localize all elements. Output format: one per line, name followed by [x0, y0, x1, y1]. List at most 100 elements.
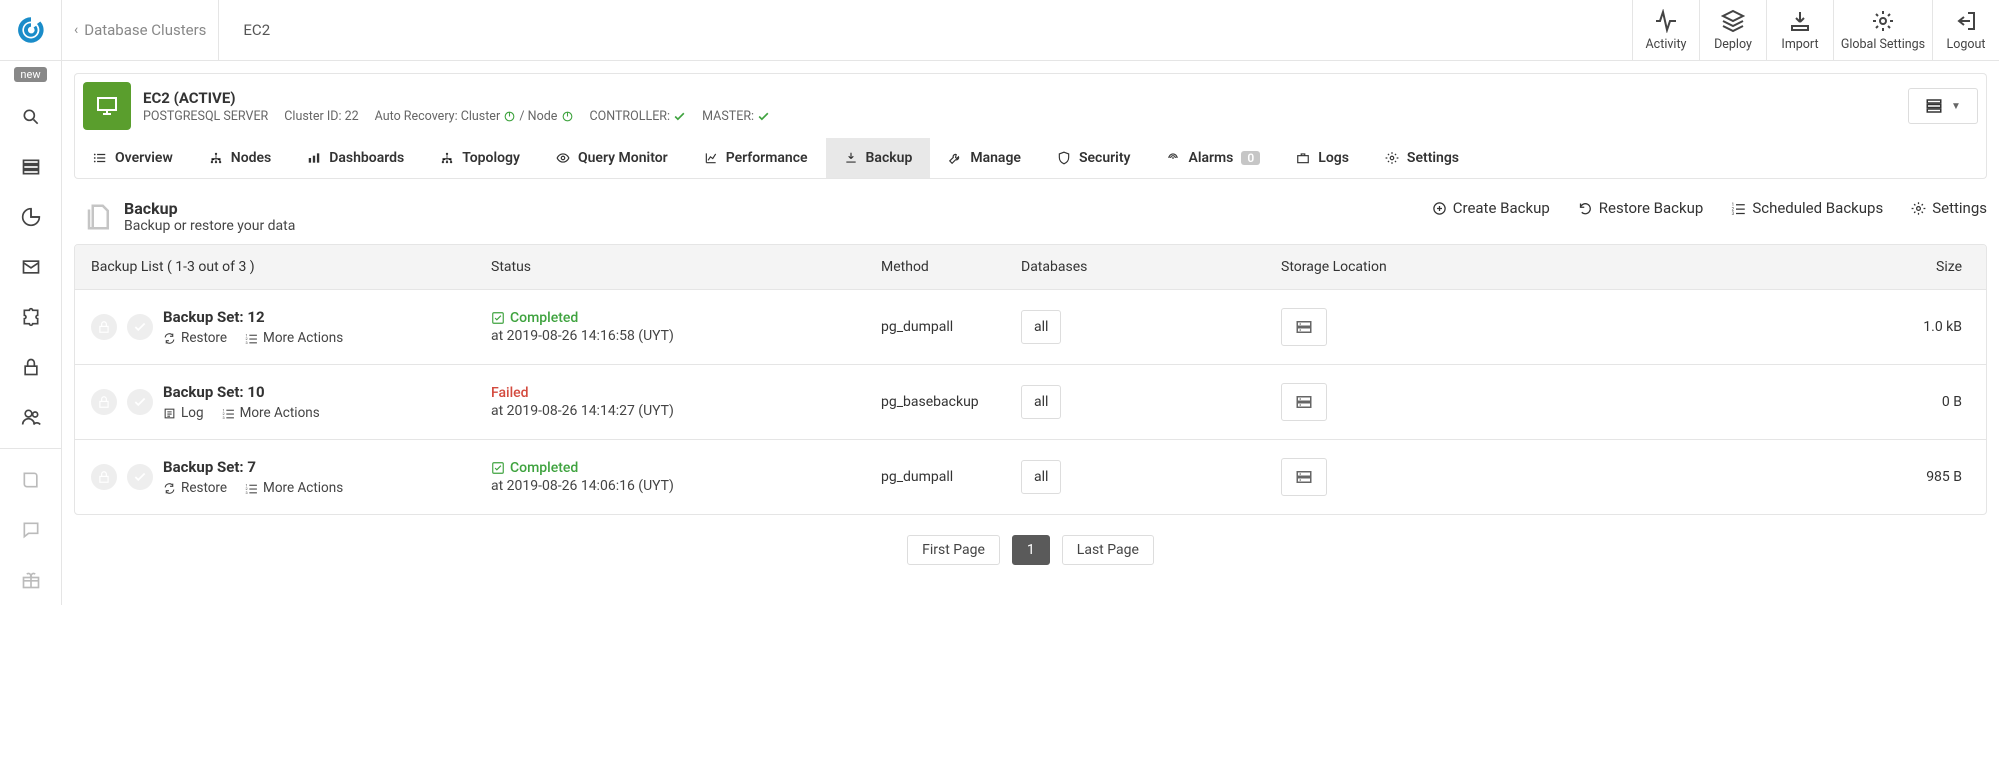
tab-settings[interactable]: Settings	[1367, 138, 1477, 178]
server-icon	[1295, 318, 1313, 336]
tab-manage[interactable]: Manage	[930, 138, 1039, 178]
stack-icon	[21, 157, 41, 177]
backup-table: Backup List ( 1-3 out of 3 ) Status Meth…	[74, 244, 1987, 515]
cluster-details-dropdown[interactable]: ▼	[1908, 88, 1978, 124]
users-icon	[21, 407, 41, 427]
rail-clusters[interactable]	[0, 142, 62, 192]
logo-cell[interactable]	[0, 0, 62, 60]
rail-integrations[interactable]	[0, 292, 62, 342]
storage-location-icon[interactable]	[1281, 383, 1327, 421]
size-cell: 1.0 kB	[1465, 301, 1986, 353]
tab-overview[interactable]: Overview	[75, 138, 191, 178]
section-title: Backup	[124, 199, 295, 218]
checkbox-icon	[491, 311, 505, 325]
check-icon	[673, 110, 686, 123]
rail-search[interactable]	[0, 92, 62, 142]
tab-nodes[interactable]: Nodes	[191, 138, 289, 178]
databases-pill: all	[1021, 460, 1061, 494]
check-circle-icon	[127, 389, 153, 415]
backup-settings-button[interactable]: Settings	[1911, 199, 1987, 217]
deploy-button[interactable]: Deploy	[1699, 0, 1766, 60]
check-icon	[757, 110, 770, 123]
import-button[interactable]: Import	[1766, 0, 1833, 60]
row-link-1[interactable]: Log	[163, 405, 204, 421]
rail-whatsnew[interactable]	[0, 555, 62, 605]
row-more-actions[interactable]: More Actions	[245, 330, 343, 346]
rail-keys[interactable]	[0, 342, 62, 392]
check-circle-icon	[127, 464, 153, 490]
rail-mail[interactable]	[0, 242, 62, 292]
storage-location-icon[interactable]	[1281, 458, 1327, 496]
logo-icon	[14, 13, 48, 47]
th-method: Method	[865, 245, 1005, 289]
scheduled-backups-button[interactable]: Scheduled Backups	[1731, 199, 1883, 217]
table-row: Backup Set: 7 Restore More Actions Compl…	[75, 439, 1986, 514]
left-rail: new	[0, 61, 62, 605]
first-page-button[interactable]: First Page	[907, 535, 1000, 565]
row-link-1[interactable]: Restore	[163, 480, 227, 496]
cluster-header: EC2 (ACTIVE) POSTGRESQL SERVER Cluster I…	[74, 73, 1987, 138]
tab-performance[interactable]: Performance	[686, 138, 826, 178]
tab-dashboards[interactable]: Dashboards	[289, 138, 422, 178]
method-cell: pg_dumpall	[865, 451, 1005, 503]
tab-topology[interactable]: Topology	[422, 138, 538, 178]
th-storage: Storage Location	[1265, 245, 1465, 289]
refresh-icon	[163, 482, 176, 495]
list-icon	[1731, 201, 1746, 216]
th-size: Size	[1465, 245, 1986, 289]
status-text: Failed	[491, 385, 849, 401]
gear-icon	[1385, 151, 1399, 165]
table-header: Backup List ( 1-3 out of 3 ) Status Meth…	[75, 245, 1986, 290]
cluster-type: POSTGRESQL SERVER	[143, 109, 268, 124]
gear-icon	[1911, 201, 1926, 216]
list-icon	[222, 407, 235, 420]
last-page-button[interactable]: Last Page	[1062, 535, 1154, 565]
checkbox-icon	[491, 461, 505, 475]
layers-icon	[1721, 9, 1745, 33]
tab-query-monitor[interactable]: Query Monitor	[538, 138, 686, 178]
sitemap-icon	[440, 151, 454, 165]
signal-icon	[1166, 151, 1180, 165]
restore-backup-button[interactable]: Restore Backup	[1578, 199, 1704, 217]
tab-security[interactable]: Security	[1039, 138, 1149, 178]
list-icon	[245, 482, 258, 495]
databases-pill: all	[1021, 310, 1061, 344]
row-more-actions[interactable]: More Actions	[245, 480, 343, 496]
section-heading: Backup Backup or restore your data Creat…	[74, 193, 1987, 244]
log-icon	[163, 407, 176, 420]
global-settings-button[interactable]: Global Settings	[1833, 0, 1932, 60]
rail-users[interactable]	[0, 392, 62, 442]
page-1-button[interactable]: 1	[1012, 535, 1050, 565]
rail-support[interactable]	[0, 505, 62, 555]
backup-set-title: Backup Set: 10	[163, 383, 320, 401]
tab-logs[interactable]: Logs	[1278, 138, 1367, 178]
cluster-status-icon	[83, 82, 131, 130]
breadcrumb[interactable]: ‹ Database Clusters	[62, 0, 219, 60]
row-link-1[interactable]: Restore	[163, 330, 227, 346]
auto-recovery: Auto Recovery: Cluster / Node	[375, 109, 574, 124]
status-time: at 2019-08-26 14:16:58 (UYT)	[491, 328, 849, 344]
server-icon	[1295, 393, 1313, 411]
lock-circle-icon	[91, 389, 117, 415]
download-icon	[844, 151, 858, 165]
create-backup-button[interactable]: Create Backup	[1432, 199, 1550, 217]
rail-docs[interactable]	[0, 455, 62, 505]
sitemap-icon	[209, 151, 223, 165]
book-icon	[21, 470, 41, 490]
rail-analytics[interactable]	[0, 192, 62, 242]
tab-backup[interactable]: Backup	[826, 138, 931, 178]
activity-button[interactable]: Activity	[1632, 0, 1699, 60]
size-cell: 985 B	[1465, 451, 1986, 503]
method-cell: pg_basebackup	[865, 376, 1005, 428]
import-icon	[1788, 9, 1812, 33]
logout-button[interactable]: Logout	[1932, 0, 1999, 60]
gift-icon	[21, 570, 41, 590]
lock-circle-icon	[91, 314, 117, 340]
table-row: Backup Set: 12 Restore More Actions Comp…	[75, 290, 1986, 364]
power-icon	[561, 110, 574, 123]
row-more-actions[interactable]: More Actions	[222, 405, 320, 421]
storage-location-icon[interactable]	[1281, 308, 1327, 346]
pagination: First Page 1 Last Page	[74, 535, 1987, 565]
tab-alarms[interactable]: Alarms0	[1148, 138, 1278, 178]
databases-pill: all	[1021, 385, 1061, 419]
